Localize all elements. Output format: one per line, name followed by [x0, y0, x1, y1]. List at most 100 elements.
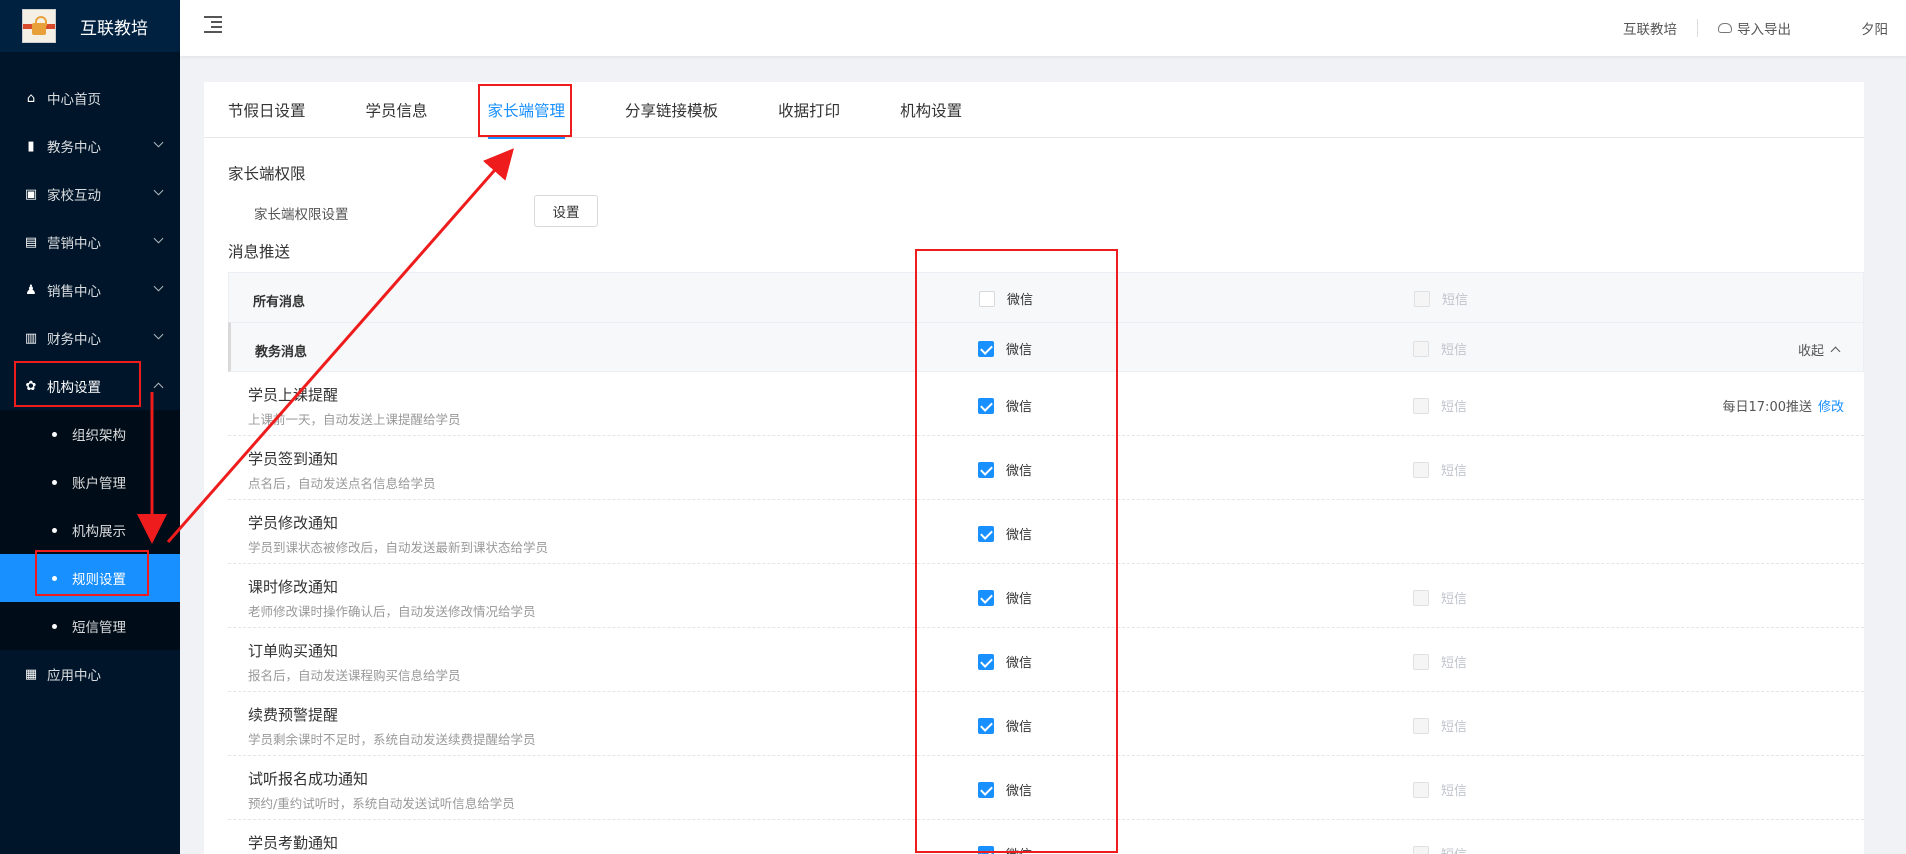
wechat-checkbox[interactable]: 微信 — [978, 716, 1032, 735]
message-name: 订单购买通知 — [248, 642, 339, 660]
sidebar: 互联教培 ⌂ 中心首页 ▮ 教务中心 ▣ 家校互动 ▤ 营销中心 ♟ 销售中心 … — [0, 0, 180, 854]
tab-student-info[interactable]: 学员信息 — [366, 82, 428, 138]
message-cell: 试听报名成功通知预约/重约试听时，系统自动发送试听信息给学员 — [248, 768, 515, 812]
menu-fold-icon[interactable] — [204, 16, 222, 33]
cloud-icon — [1718, 23, 1732, 33]
message-desc: 点名后，自动发送点名信息给学员 — [248, 476, 436, 491]
message-desc: 报名后，自动发送课程购买信息给学员 — [248, 668, 461, 683]
tab-share-template[interactable]: 分享链接模板 — [625, 82, 718, 138]
tab-receipt-print[interactable]: 收据打印 — [778, 82, 840, 138]
wechat-checkbox[interactable]: 微信 — [978, 780, 1032, 799]
wechat-checkbox[interactable]: 微信 — [978, 460, 1032, 479]
checkbox-icon — [979, 290, 995, 307]
message-name: 试听报名成功通知 — [248, 770, 369, 788]
wechat-checkbox[interactable]: 微信 — [978, 396, 1032, 415]
collapse-button[interactable]: 收起 — [1798, 340, 1841, 359]
tab-parent-management[interactable]: 家长端管理 — [487, 82, 565, 139]
wechat-label: 微信 — [1006, 343, 1033, 358]
chevron-down-icon — [153, 185, 164, 196]
checkbox-checked-icon — [978, 845, 994, 854]
message-push-table: 所有消息 微信 短信 教务消息 微信 短信 收起 学员上课提醒 上课前一天，自动… — [228, 272, 1864, 854]
sidebar-sub-item-rules[interactable]: 规则设置 — [0, 554, 180, 602]
sidebar-item-marketing[interactable]: ▤ 营销中心 — [0, 218, 180, 266]
message-row: 订单购买通知报名后，自动发送课程购买信息给学员 微信 短信 — [228, 628, 1864, 692]
sidebar-sub-item-accounts[interactable]: 账户管理 — [0, 458, 180, 506]
sidebar-item-label: 机构设置 — [47, 380, 101, 396]
sidebar-item-home-school[interactable]: ▣ 家校互动 — [0, 170, 180, 218]
sidebar-item-app-center[interactable]: ▦ 应用中心 — [0, 650, 180, 698]
wechat-checkbox[interactable]: 微信 — [978, 588, 1032, 607]
checkbox-icon — [1413, 653, 1429, 670]
tab-org-settings[interactable]: 机构设置 — [900, 82, 962, 138]
sidebar-item-label: 短信管理 — [72, 620, 126, 636]
sidebar-sub-item-sms[interactable]: 短信管理 — [0, 602, 180, 650]
message-row: 试听报名成功通知预约/重约试听时，系统自动发送试听信息给学员 微信 短信 — [228, 756, 1864, 820]
logo-row: 互联教培 — [0, 0, 180, 52]
import-export-button[interactable]: 导入导出 — [1698, 18, 1811, 38]
all-sms-checkbox[interactable]: 短信 — [1414, 289, 1468, 308]
sidebar-item-home[interactable]: ⌂ 中心首页 — [0, 74, 180, 122]
group-wechat-checkbox[interactable]: 微信 — [978, 339, 1032, 358]
sidebar-sub-item-org-display[interactable]: 机构展示 — [0, 506, 180, 554]
wechat-label: 微信 — [1006, 592, 1033, 607]
checkbox-icon — [1413, 461, 1429, 478]
sms-checkbox[interactable]: 短信 — [1413, 588, 1467, 607]
sms-checkbox[interactable]: 短信 — [1413, 780, 1467, 799]
content-card: 节假日设置 学员信息 家长端管理 分享链接模板 收据打印 机构设置 家长端权限 … — [204, 82, 1864, 854]
sidebar-item-label: 规则设置 — [72, 572, 126, 588]
wallet-icon: ▥ — [24, 330, 38, 346]
sms-checkbox[interactable]: 短信 — [1413, 460, 1467, 479]
sms-label: 短信 — [1441, 720, 1468, 735]
grid-icon: ▦ — [24, 666, 38, 682]
message-name: 续费预警提醒 — [248, 706, 339, 724]
wechat-label: 微信 — [1006, 844, 1032, 854]
parent-perm-section-title: 家长端权限 — [228, 165, 306, 183]
header-org-link[interactable]: 互联教培 — [1603, 18, 1697, 38]
sidebar-item-finance[interactable]: ▥ 财务中心 — [0, 314, 180, 362]
wechat-label: 微信 — [1006, 720, 1033, 735]
wechat-label: 微信 — [1006, 464, 1033, 479]
group-sms-checkbox[interactable]: 短信 — [1413, 339, 1467, 358]
checkbox-checked-icon — [978, 525, 994, 542]
checkbox-icon — [1413, 397, 1429, 414]
parent-perm-settings-button[interactable]: 设置 — [534, 195, 598, 227]
bullet-icon — [52, 528, 57, 533]
book-icon: ▮ — [27, 138, 35, 154]
edit-schedule-link[interactable]: 修改 — [1818, 400, 1844, 415]
message-cell: 学员修改通知学员到课状态被修改后，自动发送最新到课状态给学员 — [248, 512, 548, 556]
bullet-icon — [52, 480, 57, 485]
message-desc: 学员到课状态被修改后，自动发送最新到课状态给学员 — [248, 540, 549, 555]
sidebar-item-org-settings[interactable]: ✿ 机构设置 — [0, 362, 180, 410]
chevron-up-icon — [153, 382, 164, 393]
user-name[interactable]: 夕阳 — [1811, 18, 1906, 38]
message-row: 学员修改通知学员到课状态被修改后，自动发送最新到课状态给学员 微信 — [228, 500, 1864, 564]
sms-checkbox[interactable]: 短信 — [1413, 396, 1467, 415]
all-wechat-checkbox[interactable]: 微信 — [979, 289, 1033, 308]
sidebar-item-label: 营销中心 — [47, 236, 101, 252]
sidebar-item-label: 财务中心 — [47, 332, 101, 348]
message-cell: 学员签到通知 点名后，自动发送点名信息给学员 — [248, 448, 436, 492]
sms-checkbox[interactable]: 短信 — [1413, 716, 1467, 735]
group-label: 教务消息 — [255, 345, 308, 360]
sms-checkbox[interactable]: 短信 — [1413, 652, 1467, 671]
checkbox-icon — [1413, 845, 1429, 854]
sms-checkbox[interactable]: 短信 — [1413, 844, 1467, 854]
logo-icon — [22, 9, 56, 43]
sidebar-sub-item-org-structure[interactable]: 组织架构 — [0, 410, 180, 458]
chat-icon: ▣ — [24, 186, 38, 202]
sms-label: 短信 — [1441, 656, 1468, 671]
checkbox-icon — [1413, 717, 1429, 734]
message-name: 学员修改通知 — [248, 514, 339, 532]
message-name: 课时修改通知 — [248, 578, 339, 596]
org-settings-submenu: 组织架构 账户管理 机构展示 规则设置 短信管理 — [0, 410, 180, 650]
tab-holiday[interactable]: 节假日设置 — [228, 82, 306, 138]
sidebar-item-sales[interactable]: ♟ 销售中心 — [0, 266, 180, 314]
message-desc: 预约/重约试听时，系统自动发送试听信息给学员 — [248, 796, 515, 811]
message-cell: 学员考勤通知 — [248, 832, 338, 854]
sms-label: 短信 — [1441, 592, 1468, 607]
wechat-checkbox[interactable]: 微信 — [978, 652, 1032, 671]
wechat-checkbox[interactable]: 微信 — [978, 844, 1032, 854]
push-section-title: 消息推送 — [228, 243, 291, 261]
sidebar-item-academic[interactable]: ▮ 教务中心 — [0, 122, 180, 170]
wechat-checkbox[interactable]: 微信 — [978, 524, 1032, 543]
